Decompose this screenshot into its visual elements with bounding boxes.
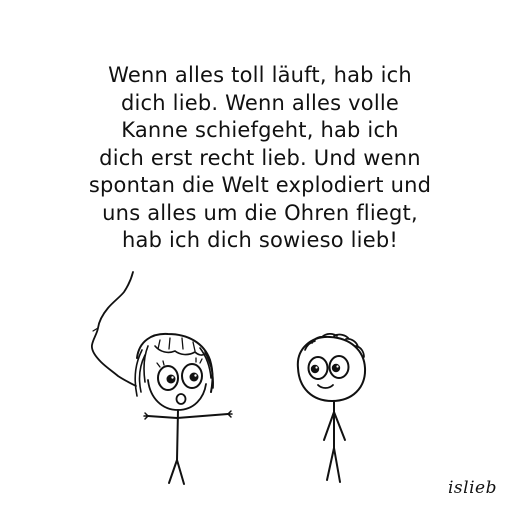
- boy-figure-icon: [296, 333, 367, 483]
- speech-tail-icon: [90, 271, 137, 387]
- girl-figure-icon: [134, 332, 233, 485]
- signature: islieb: [448, 478, 497, 498]
- comic-panel: Wenn alles toll läuft, hab ich dich lieb…: [0, 0, 520, 512]
- comic-drawing: [90, 271, 367, 485]
